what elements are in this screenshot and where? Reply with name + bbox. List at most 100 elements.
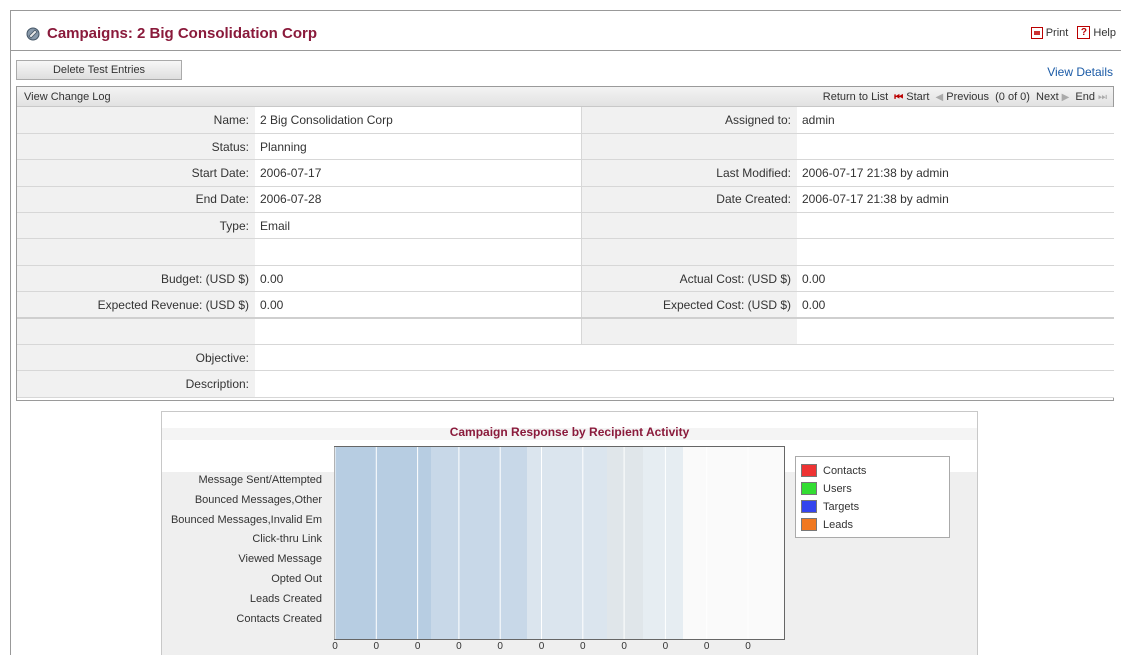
print-icon[interactable] (1030, 26, 1043, 39)
plot-band (335, 447, 431, 639)
campaign-detail-view: Campaigns: 2 Big Consolidation Corp Prin… (10, 10, 1121, 655)
x-tick-label: 0 (332, 641, 338, 652)
plot-band (527, 447, 607, 639)
start-date-value: 2006-07-17 (255, 159, 582, 187)
x-tick-label: 0 (538, 641, 545, 652)
end-link[interactable]: End (1075, 91, 1095, 103)
empty-value (255, 238, 582, 266)
x-tick-label: 0 (456, 641, 462, 652)
category-label: Message Sent/Attempted (198, 474, 322, 486)
expected-cost-label: Expected Cost: (USD $) (581, 291, 797, 319)
start-link[interactable]: Start (906, 91, 929, 103)
empty-value (797, 238, 1114, 266)
record-pager: Return to List ⏮ Start ◀ Previous (0 of 0)… (820, 91, 1107, 103)
print-link[interactable]: Print (1046, 27, 1069, 39)
return-to-list-link[interactable]: Return to List (823, 91, 888, 103)
category-label: Leads Created (249, 592, 322, 605)
empty-label (581, 212, 797, 240)
legend-label: Leads (823, 519, 853, 531)
empty-value (255, 317, 582, 346)
x-tick-label: 0 (580, 641, 586, 652)
delete-test-entries-button[interactable]: Delete Test Entries (16, 60, 182, 80)
field-row (17, 317, 1114, 346)
response-chart: Campaign Response by Recipient Activity … (161, 411, 978, 655)
name-label: Name: (17, 107, 255, 134)
expected-revenue-value: 0.00 (255, 291, 582, 319)
last-modified-value: 2006-07-17 21:38 by admin (797, 159, 1114, 187)
assigned-to-value: admin (797, 107, 1114, 134)
field-row: Budget: (USD $) 0.00 Actual Cost: (USD $… (17, 265, 1114, 293)
empty-value (797, 212, 1114, 240)
category-label: Bounced Messages,Other (194, 493, 322, 506)
empty-value (797, 133, 1114, 161)
field-row: Objective: (17, 344, 1114, 372)
assigned-to-label: Assigned to: (581, 107, 797, 134)
field-row: Status: Planning (17, 133, 1114, 161)
type-label: Type: (17, 212, 255, 240)
detail-panel: View Change Log Return to List ⏮ Start ◀ P… (16, 86, 1114, 401)
name-value: 2 Big Consolidation Corp (255, 107, 582, 134)
next-link[interactable]: Next (1036, 91, 1059, 103)
chart-plot-area (334, 446, 785, 640)
x-tick-label: 0 (745, 641, 751, 652)
empty-label (581, 317, 797, 346)
campaign-fields-table: Name: 2 Big Consolidation Corp Assigned … (17, 107, 1114, 398)
next-icon: ▶ (1061, 92, 1070, 103)
field-row: Type: Email (17, 212, 1114, 240)
plot-band (643, 447, 683, 639)
legend-swatch (801, 482, 817, 495)
empty-label (17, 238, 255, 266)
title-row: Campaigns: 2 Big Consolidation Corp Prin… (11, 11, 1121, 51)
start-icon[interactable]: ⏮ (894, 92, 903, 103)
category-label: Bounced Messages,Invalid Em (170, 513, 322, 526)
field-row: End Date: 2006-07-28 Date Created: 2006-… (17, 186, 1114, 214)
description-label: Description: (17, 370, 255, 398)
category-label: Viewed Message (238, 553, 322, 566)
x-tick-label: 0 (662, 641, 669, 652)
category-label: Click-thru Link (252, 533, 322, 546)
date-created-label: Date Created: (581, 186, 797, 214)
help-icon[interactable]: ? (1077, 26, 1091, 39)
type-value: Email (255, 212, 582, 240)
campaign-icon (26, 27, 40, 41)
actual-cost-value: 0.00 (797, 265, 1114, 293)
category-label: Contacts Created (236, 612, 322, 625)
top-actions: Print ? Help (1030, 26, 1116, 39)
actual-cost-label: Actual Cost: (USD $) (581, 265, 797, 293)
help-link[interactable]: Help (1093, 27, 1116, 39)
x-tick-label: 0 (621, 641, 627, 652)
field-row (17, 238, 1114, 266)
expected-cost-value: 0.00 (797, 291, 1114, 319)
objective-label: Objective: (17, 344, 255, 372)
status-label: Status: (17, 133, 255, 161)
plot-band (607, 447, 643, 639)
page-title: Campaigns: 2 Big Consolidation Corp (47, 25, 318, 42)
start-date-label: Start Date: (17, 159, 255, 187)
field-row: Description: (17, 370, 1114, 398)
legend-label: Users (823, 483, 852, 495)
end-date-value: 2006-07-28 (255, 186, 582, 214)
x-tick-label: 0 (414, 641, 421, 652)
legend-swatch (801, 500, 817, 513)
field-row: Start Date: 2006-07-17 Last Modified: 20… (17, 159, 1114, 187)
end-icon: ⏭ (1098, 92, 1107, 103)
empty-value (797, 317, 1114, 346)
status-value: Planning (255, 133, 582, 161)
budget-value: 0.00 (255, 265, 582, 293)
category-label: Opted Out (271, 573, 322, 585)
empty-label (581, 133, 797, 161)
record-nav-bar: View Change Log Return to List ⏮ Start ◀ P… (17, 87, 1113, 107)
previous-icon: ◀ (935, 92, 944, 103)
view-change-log-link[interactable]: View Change Log (24, 91, 111, 103)
end-date-label: End Date: (17, 186, 255, 214)
chart-legend: Contacts Users Targets Leads (795, 456, 950, 538)
previous-link[interactable]: Previous (946, 91, 989, 103)
chart-title: Campaign Response by Recipient Activity (449, 425, 690, 439)
x-tick-label: 0 (497, 641, 503, 652)
field-row: Name: 2 Big Consolidation Corp Assigned … (17, 107, 1114, 134)
x-tick-label: 0 (373, 641, 380, 652)
legend-swatch (801, 464, 817, 477)
view-details-link[interactable]: View Details (1047, 65, 1113, 79)
objective-value (255, 344, 1114, 372)
budget-label: Budget: (USD $) (17, 265, 255, 293)
